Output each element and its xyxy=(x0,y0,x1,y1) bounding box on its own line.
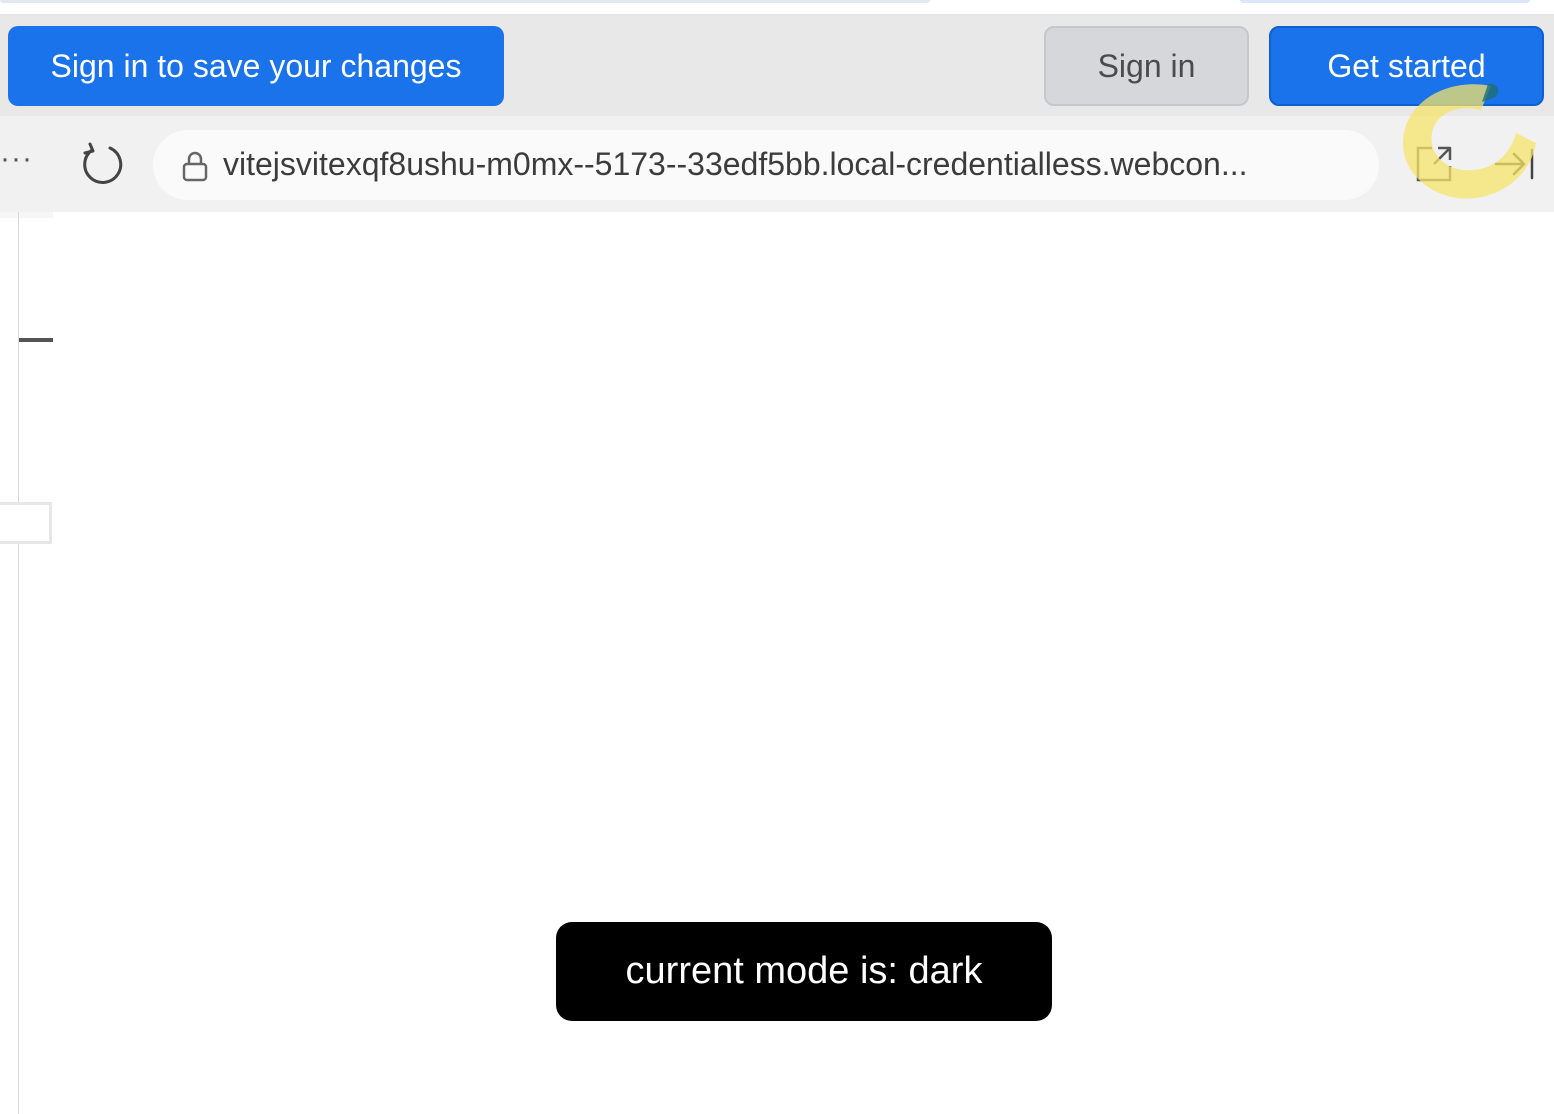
top-chrome-strip xyxy=(0,0,1554,16)
preview-toolbar: ··· vitejsvitexqf8ushu-m0mx--5173--33edf… xyxy=(0,116,1554,212)
url-text: vitejsvitexqf8ushu-m0mx--5173--33edf5bb.… xyxy=(223,146,1248,182)
sign-in-banner: Sign in to save your changes Sign in Get… xyxy=(0,16,1554,116)
collapse-panel-icon[interactable] xyxy=(1494,146,1536,182)
get-started-button[interactable]: Get started xyxy=(1269,26,1544,106)
left-pane-divider[interactable] xyxy=(18,212,19,1114)
open-in-new-window-icon[interactable] xyxy=(1414,144,1454,184)
reload-icon[interactable] xyxy=(80,142,124,186)
left-pane-marker xyxy=(19,338,53,342)
left-pane-box xyxy=(0,502,52,544)
top-tab-strip xyxy=(0,0,930,3)
more-options-icon[interactable]: ··· xyxy=(0,142,33,176)
save-changes-sign-in-button[interactable]: Sign in to save your changes xyxy=(8,26,504,106)
browser-preview-window: Sign in to save your changes Sign in Get… xyxy=(0,0,1554,1114)
top-tab-strip-right xyxy=(1240,0,1530,3)
address-bar[interactable]: vitejsvitexqf8ushu-m0mx--5173--33edf5bb.… xyxy=(153,130,1379,200)
sign-in-button[interactable]: Sign in xyxy=(1044,26,1249,106)
lock-icon xyxy=(182,151,208,182)
left-pane-top xyxy=(0,212,53,218)
mode-toast: current mode is: dark xyxy=(556,922,1052,1021)
